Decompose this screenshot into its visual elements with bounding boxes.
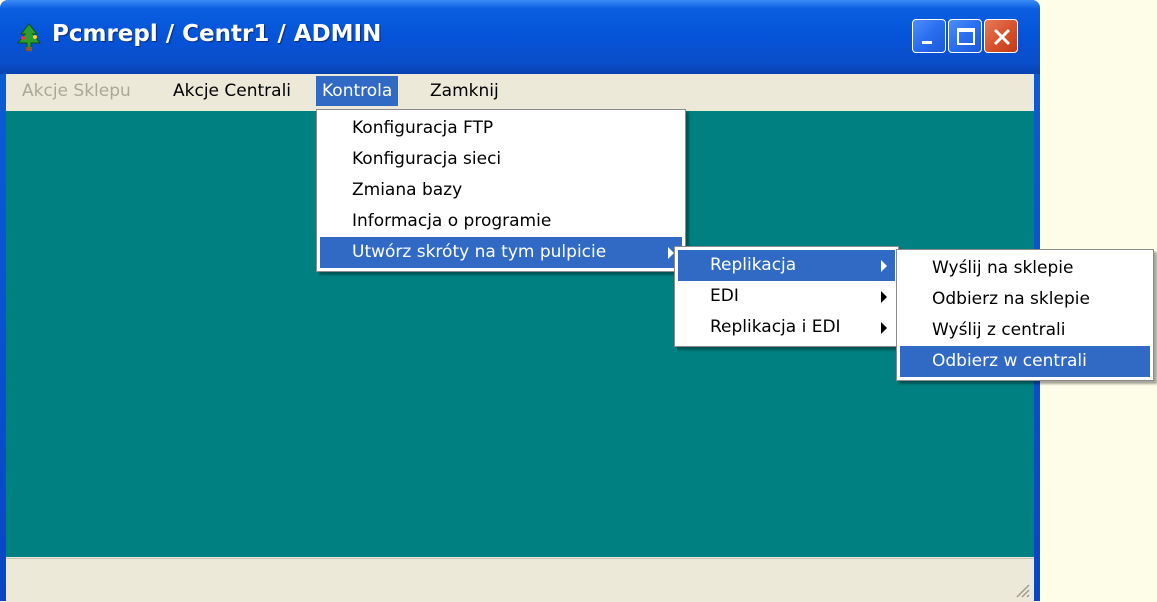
maximize-button[interactable] [948,19,982,53]
resize-grip-icon[interactable] [1014,582,1030,598]
menu-item-label: Replikacja [710,255,797,275]
menu-item-label: EDI [710,286,739,306]
window-title: Pcmrepl / Centr1 / ADMIN [52,21,382,47]
menu-bar: Akcje Sklepu Akcje Centrali Kontrola Zam… [6,74,1034,109]
menu-item-informacja[interactable]: Informacja o programie [320,206,682,237]
menu-item-zmiana-bazy[interactable]: Zmiana bazy [320,175,682,206]
menu-zamknij[interactable]: Zamknij [424,76,505,106]
minimize-icon [922,41,932,44]
menu-item-replikacja-i-edi[interactable]: Replikacja i EDI [678,312,895,343]
submenu-arrow-icon [881,291,887,303]
menu-item-label: Replikacja i EDI [710,317,841,337]
menu-item-label: Konfiguracja sieci [352,149,502,169]
menu-kontrola[interactable]: Kontrola [316,76,399,106]
menu-item-wyslij-na-sklepie[interactable]: Wyślij na sklepie [900,253,1150,284]
menu-item-label: Konfiguracja FTP [352,118,494,138]
status-bar [6,558,1034,602]
minimize-button[interactable] [912,19,946,53]
shortcuts-submenu: Replikacja EDI Replikacja i EDI [674,246,899,347]
close-button[interactable] [984,19,1018,53]
menu-item-konfiguracja-ftp[interactable]: Konfiguracja FTP [320,113,682,144]
menu-item-wyslij-z-centrali[interactable]: Wyślij z centrali [900,315,1150,346]
menu-item-label: Wyślij z centrali [932,320,1066,340]
title-bar[interactable]: Pcmrepl / Centr1 / ADMIN [0,0,1040,74]
menu-item-edi[interactable]: EDI [678,281,895,312]
menu-item-konfiguracja-sieci[interactable]: Konfiguracja sieci [320,144,682,175]
replikacja-submenu: Wyślij na sklepie Odbierz na sklepie Wyś… [896,249,1154,381]
menu-item-replikacja[interactable]: Replikacja [678,250,895,281]
menu-item-label: Odbierz na sklepie [932,289,1090,309]
menu-item-utworz-skroty[interactable]: Utwórz skróty na tym pulpicie [320,237,682,268]
submenu-arrow-icon [881,322,887,334]
menu-item-odbierz-na-sklepie[interactable]: Odbierz na sklepie [900,284,1150,315]
menu-item-label: Zmiana bazy [352,180,463,200]
menu-item-label: Wyślij na sklepie [932,258,1074,278]
menu-item-odbierz-w-centrali[interactable]: Odbierz w centrali [900,346,1150,377]
menu-item-label: Utwórz skróty na tym pulpicie [352,242,607,262]
menu-item-label: Informacja o programie [352,211,552,231]
maximize-icon [957,28,975,45]
close-icon [993,28,1011,46]
tree-app-icon [16,23,42,51]
menu-item-label: Odbierz w centrali [932,351,1087,371]
menu-akcje-centrali[interactable]: Akcje Centrali [167,76,297,106]
submenu-arrow-icon [881,260,887,272]
kontrola-menu: Konfiguracja FTP Konfiguracja sieci Zmia… [316,109,686,272]
menu-akcje-sklepu: Akcje Sklepu [22,81,131,101]
